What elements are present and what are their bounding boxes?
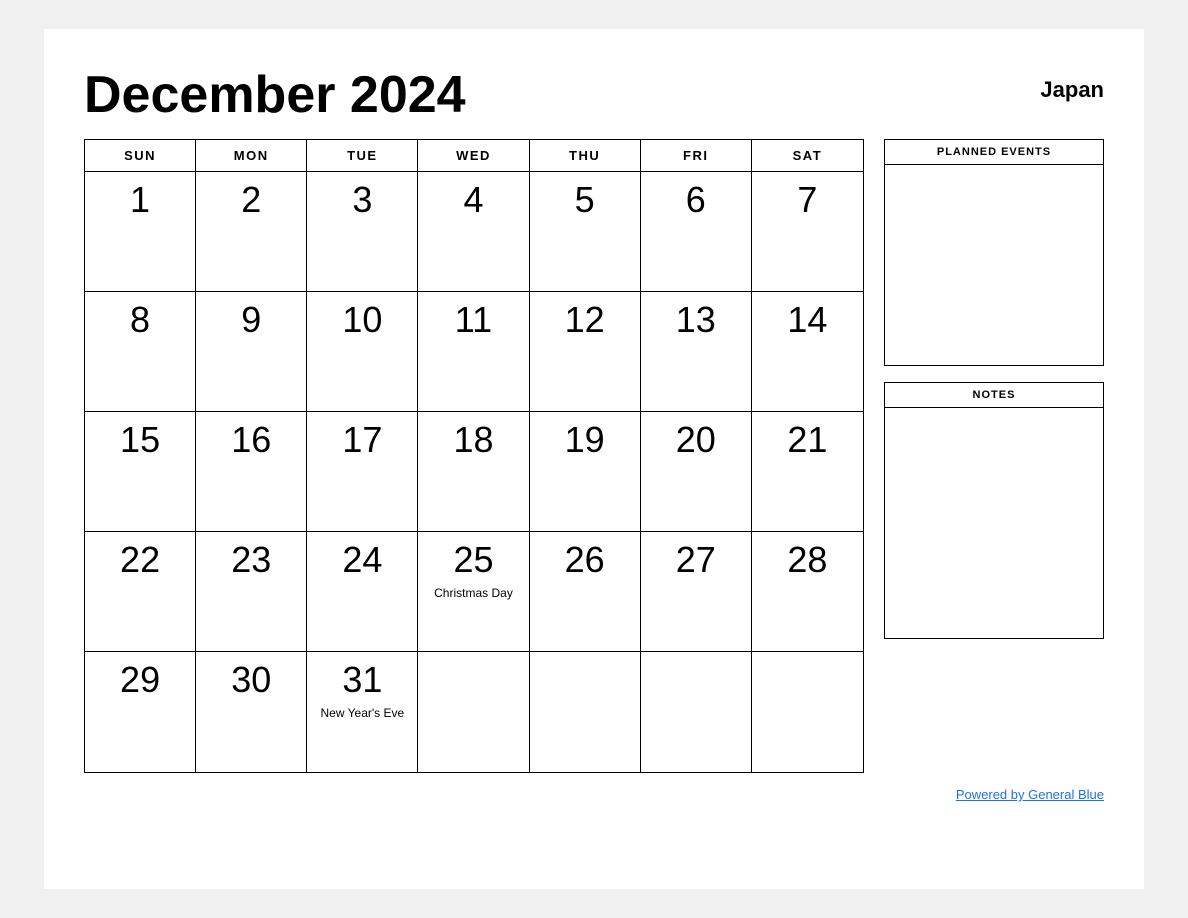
country-label: Japan <box>1040 77 1104 103</box>
header: December 2024 Japan <box>84 69 1104 121</box>
day-cell: 26 <box>530 532 641 652</box>
day-cell: 18 <box>418 412 529 532</box>
day-cell: 13 <box>641 292 752 412</box>
planned-events-body <box>885 165 1103 365</box>
day-number: 22 <box>120 542 160 578</box>
day-number: 1 <box>130 182 150 218</box>
day-cell: 9 <box>196 292 307 412</box>
day-cell: 8 <box>85 292 196 412</box>
empty-cell <box>530 652 641 772</box>
day-number: 19 <box>565 422 605 458</box>
day-cell: 30 <box>196 652 307 772</box>
page-title: December 2024 <box>84 69 466 121</box>
day-cell: 29 <box>85 652 196 772</box>
day-number: 9 <box>241 302 261 338</box>
day-number: 11 <box>455 302 492 338</box>
empty-cell <box>418 652 529 772</box>
calendar-header-row: SUNMONTUEWEDTHUFRISAT <box>85 140 863 172</box>
calendar-section: SUNMONTUEWEDTHUFRISAT 123456789101112131… <box>84 139 864 773</box>
day-cell: 31 New Year's Eve <box>307 652 418 772</box>
notes-box: NOTES <box>884 382 1104 639</box>
day-of-week-header: SAT <box>752 140 863 171</box>
day-number: 24 <box>342 542 382 578</box>
day-cell: 4 <box>418 172 529 292</box>
day-cell: 24 <box>307 532 418 652</box>
day-cell: 5 <box>530 172 641 292</box>
empty-cell <box>641 652 752 772</box>
planned-events-box: PLANNED EVENTS <box>884 139 1104 366</box>
day-number: 31 <box>342 662 382 698</box>
day-number: 6 <box>686 182 706 218</box>
day-number: 14 <box>787 302 827 338</box>
day-cell: 7 <box>752 172 863 292</box>
day-cell: 23 <box>196 532 307 652</box>
day-number: 26 <box>565 542 605 578</box>
day-number: 7 <box>797 182 817 218</box>
day-number: 16 <box>231 422 271 458</box>
day-of-week-header: WED <box>418 140 529 171</box>
day-number: 17 <box>342 422 382 458</box>
day-cell: 15 <box>85 412 196 532</box>
day-number: 10 <box>342 302 382 338</box>
day-number: 27 <box>676 542 716 578</box>
day-cell: 14 <box>752 292 863 412</box>
day-number: 5 <box>575 182 595 218</box>
notes-header: NOTES <box>885 383 1103 408</box>
day-number: 18 <box>453 422 493 458</box>
day-cell: 16 <box>196 412 307 532</box>
day-cell: 6 <box>641 172 752 292</box>
day-cell: 3 <box>307 172 418 292</box>
day-cell: 28 <box>752 532 863 652</box>
day-cell: 19 <box>530 412 641 532</box>
day-cell: 21 <box>752 412 863 532</box>
day-cell: 20 <box>641 412 752 532</box>
day-number: 29 <box>120 662 160 698</box>
day-of-week-header: FRI <box>641 140 752 171</box>
day-of-week-header: THU <box>530 140 641 171</box>
day-cell: 22 <box>85 532 196 652</box>
day-number: 3 <box>352 182 372 218</box>
page: December 2024 Japan SUNMONTUEWEDTHUFRISA… <box>44 29 1144 889</box>
day-cell: 2 <box>196 172 307 292</box>
day-cell: 10 <box>307 292 418 412</box>
day-cell: 11 <box>418 292 529 412</box>
calendar-grid: SUNMONTUEWEDTHUFRISAT 123456789101112131… <box>84 139 864 773</box>
holiday-label: New Year's Eve <box>321 706 405 722</box>
powered-by: Powered by General Blue <box>84 787 1104 802</box>
day-number: 28 <box>787 542 827 578</box>
day-of-week-header: MON <box>196 140 307 171</box>
day-cell: 17 <box>307 412 418 532</box>
day-cell: 1 <box>85 172 196 292</box>
powered-by-link[interactable]: Powered by General Blue <box>956 787 1104 802</box>
day-number: 12 <box>565 302 605 338</box>
day-number: 15 <box>120 422 160 458</box>
planned-events-header: PLANNED EVENTS <box>885 140 1103 165</box>
day-number: 21 <box>787 422 827 458</box>
notes-body <box>885 408 1103 638</box>
day-cell: 25 Christmas Day <box>418 532 529 652</box>
day-number: 13 <box>676 302 716 338</box>
day-number: 8 <box>130 302 150 338</box>
side-section: PLANNED EVENTS NOTES <box>884 139 1104 773</box>
main-content: SUNMONTUEWEDTHUFRISAT 123456789101112131… <box>84 139 1104 773</box>
day-number: 20 <box>676 422 716 458</box>
day-of-week-header: TUE <box>307 140 418 171</box>
day-number: 23 <box>231 542 271 578</box>
day-cell: 12 <box>530 292 641 412</box>
empty-cell <box>752 652 863 772</box>
calendar-body: 1234567891011121314151617181920212223242… <box>85 172 863 772</box>
day-of-week-header: SUN <box>85 140 196 171</box>
day-number: 4 <box>463 182 483 218</box>
day-number: 25 <box>453 542 493 578</box>
day-cell: 27 <box>641 532 752 652</box>
day-number: 2 <box>241 182 261 218</box>
holiday-label: Christmas Day <box>434 586 513 602</box>
day-number: 30 <box>231 662 271 698</box>
